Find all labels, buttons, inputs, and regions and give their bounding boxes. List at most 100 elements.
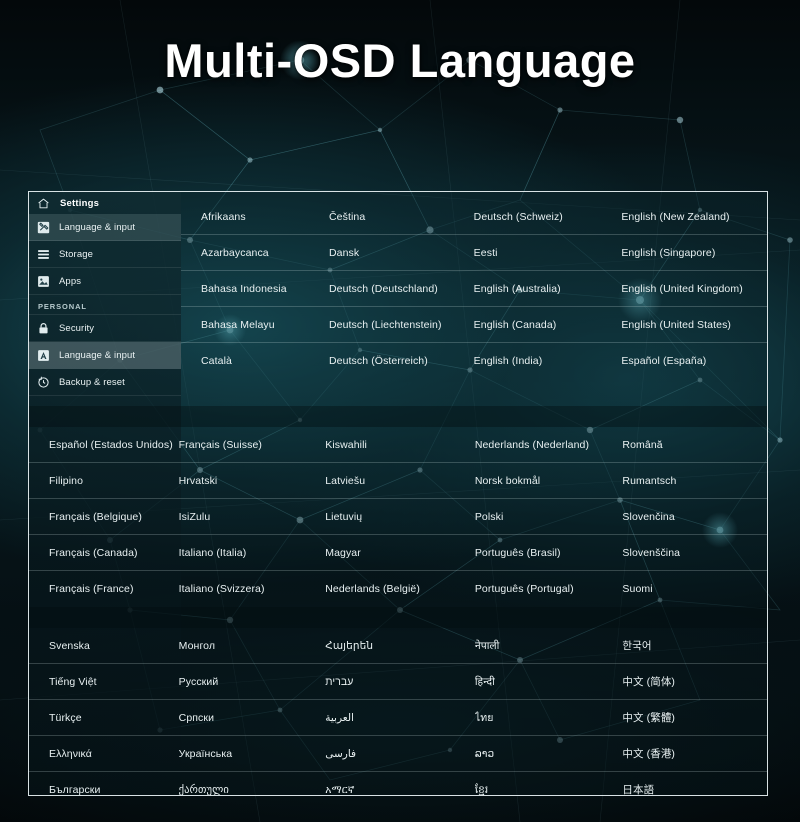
language-row: Türkçe Српски العربية ไทย 中文 (繁體) [29,700,767,736]
language-item[interactable]: Dansk [328,235,474,271]
backup-reset-icon [37,376,50,389]
language-block-3-wrapper: Svenska Монгол Հայերեն नेपाली 한국어 Tiếng … [29,607,767,795]
language-item[interactable]: 中文 (繁體) [622,700,767,736]
home-icon[interactable] [37,197,50,210]
sidebar-item-security[interactable]: Security [29,315,181,342]
language-item[interactable]: עברית [325,664,475,700]
language-row: Azarbaycanca Dansk Eesti English (Singap… [181,235,767,271]
language-item[interactable]: English (United States) [621,307,767,343]
language-item[interactable]: English (Australia) [473,271,622,307]
language-item[interactable]: Français (France) [29,571,179,607]
language-block-2-wrapper: Español (Estados Unidos) Français (Suiss… [29,406,767,607]
language-item[interactable]: Rumantsch [622,463,767,499]
language-item[interactable]: Български [29,772,179,795]
language-item[interactable]: Čeština [328,199,474,235]
sidebar-item-backup-reset[interactable]: Backup & reset [29,369,181,396]
language-row: Español (Estados Unidos) Français (Suiss… [29,427,767,463]
language-item[interactable]: Русский [178,664,326,700]
language-item[interactable]: Lietuvių [325,499,475,535]
language-item[interactable]: Српски [178,700,326,736]
language-item[interactable]: Română [622,427,767,463]
language-item[interactable]: Монгол [178,628,326,664]
language-item[interactable]: English (United Kingdom) [621,271,767,307]
language-item[interactable]: 한국어 [622,628,767,664]
language-item[interactable]: Suomi [622,571,767,607]
language-item[interactable]: Deutsch (Deutschland) [328,271,474,307]
language-row: Ελληνικά Українська فارسی ລາວ 中文 (香港) [29,736,767,772]
language-item[interactable]: Türkçe [29,700,179,736]
language-item[interactable]: ไทย [474,700,623,736]
sidebar-item-language-input-breadcrumb[interactable]: Language & input [29,214,181,241]
language-item[interactable]: Español (Estados Unidos) [29,427,179,463]
language-item[interactable]: Հայերեն [325,628,475,664]
language-item[interactable]: Deutsch (Schweiz) [473,199,622,235]
sidebar-item-label: Security [59,322,95,334]
sidebar-header: Settings [29,192,181,214]
sidebar-section-personal: PERSONAL [29,295,181,315]
language-item[interactable]: ខ្មែរ [475,772,623,795]
language-item[interactable]: Hrvatski [178,463,326,499]
sidebar-item-storage[interactable]: Storage [29,241,181,268]
sidebar-item-label: Backup & reset [59,376,125,388]
language-item[interactable]: Português (Portugal) [475,571,623,607]
language-item[interactable]: 中文 (香港) [622,736,767,772]
language-item[interactable]: Deutsch (Österreich) [329,343,474,379]
language-item[interactable]: Slovenčina [622,499,767,535]
wrench-screwdriver-icon [37,221,50,234]
language-item[interactable]: العربية [325,700,475,736]
language-item[interactable]: Norsk bokmål [474,463,623,499]
language-item[interactable]: Nederlands (Nederland) [474,427,623,463]
language-item[interactable]: ქართული [179,772,326,795]
sidebar-item-label: Language & input [59,221,136,233]
language-item[interactable]: Bahasa Indonesia [181,271,329,307]
page-title: Multi-OSD Language [164,34,636,87]
language-item[interactable]: नेपाली [474,628,623,664]
language-item[interactable]: فارسی [325,736,475,772]
language-item[interactable]: Français (Canada) [29,535,179,571]
language-item[interactable]: Latviešu [325,463,475,499]
language-item[interactable]: Italiano (Svizzera) [179,571,326,607]
language-item[interactable]: हिन्दी [474,664,623,700]
language-item[interactable]: Slovenščina [622,535,767,571]
language-item[interactable]: Català [181,343,329,379]
language-item[interactable]: Ελληνικά [29,736,179,772]
sidebar-item-apps[interactable]: Apps [29,268,181,295]
language-item[interactable]: Magyar [325,535,475,571]
language-row: Bahasa Melayu Deutsch (Liechtenstein) En… [181,307,767,343]
language-item[interactable]: Polski [474,499,623,535]
language-block-3: Svenska Монгол Հայերեն नेपाली 한국어 Tiếng … [29,628,767,795]
language-item[interactable]: English (Canada) [473,307,622,343]
language-item[interactable]: Deutsch (Liechtenstein) [328,307,474,343]
language-item[interactable]: 日本語 [622,772,767,795]
storage-lines-icon [37,248,50,261]
settings-panel: Settings Language & input Storage Apps P… [28,191,768,796]
language-item[interactable]: English (New Zealand) [621,199,767,235]
sidebar-item-language-input[interactable]: Language & input [29,342,181,369]
language-item[interactable]: 中文 (简体) [622,664,767,700]
language-item[interactable]: አማርኛ [325,772,475,795]
language-item[interactable]: Українська [178,736,326,772]
language-item[interactable]: ລາວ [474,736,623,772]
language-item[interactable]: Eesti [473,235,622,271]
language-row: Tiếng Việt Русский עברית हिन्दी 中文 (简体) [29,664,767,700]
language-item[interactable]: Français (Belgique) [29,499,179,535]
language-item[interactable]: Filipino [29,463,179,499]
language-item[interactable]: Azarbaycanca [181,235,329,271]
language-item[interactable]: Svenska [29,628,179,664]
language-item[interactable]: IsiZulu [178,499,326,535]
language-item[interactable]: Bahasa Melayu [181,307,329,343]
language-item[interactable]: Français (Suisse) [178,427,326,463]
language-row: Afrikaans Čeština Deutsch (Schweiz) Engl… [181,199,767,235]
language-item[interactable]: Nederlands (België) [325,571,475,607]
language-row: Català Deutsch (Österreich) English (Ind… [181,343,767,379]
language-item[interactable]: Tiếng Việt [29,664,179,700]
language-item[interactable]: Español (España) [621,343,767,379]
language-item[interactable]: Italiano (Italia) [178,535,326,571]
language-a-icon [37,349,50,362]
language-item[interactable]: English (India) [474,343,622,379]
language-item[interactable]: English (Singapore) [621,235,767,271]
language-item[interactable]: Kiswahili [325,427,475,463]
language-row: Bahasa Indonesia Deutsch (Deutschland) E… [181,271,767,307]
language-item[interactable]: Português (Brasil) [474,535,623,571]
language-item[interactable]: Afrikaans [181,199,329,235]
